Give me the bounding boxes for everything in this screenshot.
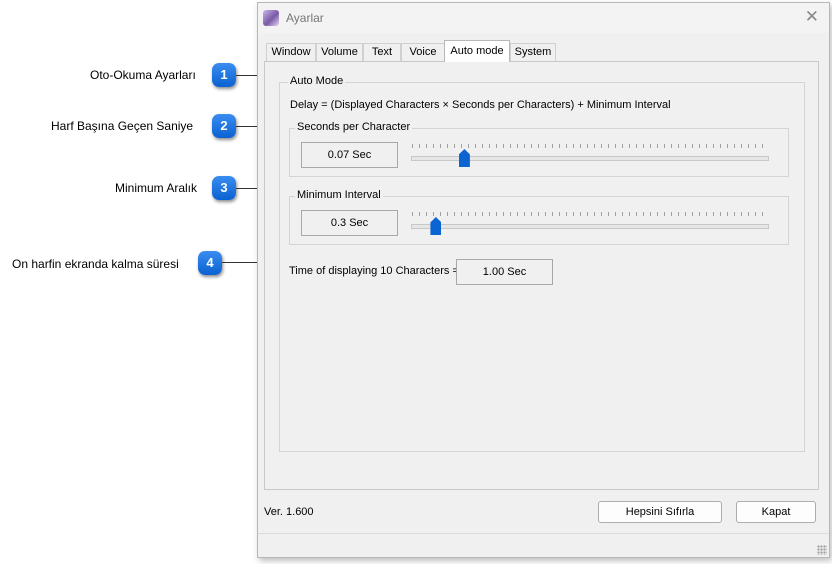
tab-auto-mode[interactable]: Auto mode bbox=[444, 40, 510, 62]
app-icon bbox=[263, 10, 279, 26]
slider-ticks bbox=[412, 144, 768, 148]
reset-all-button[interactable]: Hepsini Sıfırla bbox=[598, 501, 722, 523]
tab-window[interactable]: Window bbox=[266, 43, 316, 61]
auto-mode-panel: Auto Mode Delay = (Displayed Characters … bbox=[264, 61, 819, 490]
seconds-per-character-value: 0.07 Sec bbox=[301, 142, 398, 168]
callout-label: Oto-Okuma Ayarları bbox=[90, 68, 196, 82]
callout-badge: 1 bbox=[212, 63, 236, 87]
title-bar: Ayarlar ✕ bbox=[258, 3, 829, 33]
seconds-per-character-group: Seconds per Character 0.07 Sec bbox=[289, 121, 789, 177]
tab-voice[interactable]: Voice bbox=[401, 43, 445, 61]
seconds-per-character-slider-thumb[interactable] bbox=[458, 149, 470, 167]
tab-volume[interactable]: Volume bbox=[316, 43, 363, 61]
auto-mode-group-title: Auto Mode bbox=[288, 75, 346, 87]
ten-characters-value: 1.00 Sec bbox=[456, 259, 553, 285]
callout-label: Harf Başına Geçen Saniye bbox=[51, 119, 194, 133]
ten-characters-label: Time of displaying 10 Characters = bbox=[289, 265, 459, 277]
minimum-interval-track[interactable] bbox=[411, 224, 769, 229]
close-icon[interactable]: ✕ bbox=[805, 7, 819, 27]
callout-badge: 2 bbox=[212, 114, 236, 138]
seconds-per-character-label: Seconds per Character bbox=[295, 121, 413, 133]
auto-mode-group: Auto Mode Delay = (Displayed Characters … bbox=[279, 75, 805, 452]
close-button[interactable]: Kapat bbox=[736, 501, 816, 523]
status-bar-divider bbox=[258, 533, 829, 534]
settings-dialog: Ayarlar ✕ Window Volume Text Voice Auto … bbox=[257, 2, 830, 558]
window-title: Ayarlar bbox=[286, 11, 324, 25]
delay-formula: Delay = (Displayed Characters × Seconds … bbox=[290, 99, 671, 111]
callout-label: Minimum Aralık bbox=[115, 181, 198, 195]
version-label: Ver. 1.600 bbox=[264, 506, 314, 518]
tab-system[interactable]: System bbox=[510, 43, 556, 61]
minimum-interval-label: Minimum Interval bbox=[295, 189, 383, 201]
callout-badge: 3 bbox=[212, 176, 236, 200]
minimum-interval-slider-thumb[interactable] bbox=[430, 217, 442, 235]
minimum-interval-value: 0.3 Sec bbox=[301, 210, 398, 236]
tab-text[interactable]: Text bbox=[363, 43, 401, 61]
callout-badge: 4 bbox=[198, 251, 222, 275]
resize-grip[interactable] bbox=[817, 545, 827, 555]
minimum-interval-group: Minimum Interval 0.3 Sec bbox=[289, 189, 789, 245]
callout-label: On harfin ekranda kalma süresi bbox=[12, 257, 179, 271]
slider-ticks bbox=[412, 212, 768, 216]
